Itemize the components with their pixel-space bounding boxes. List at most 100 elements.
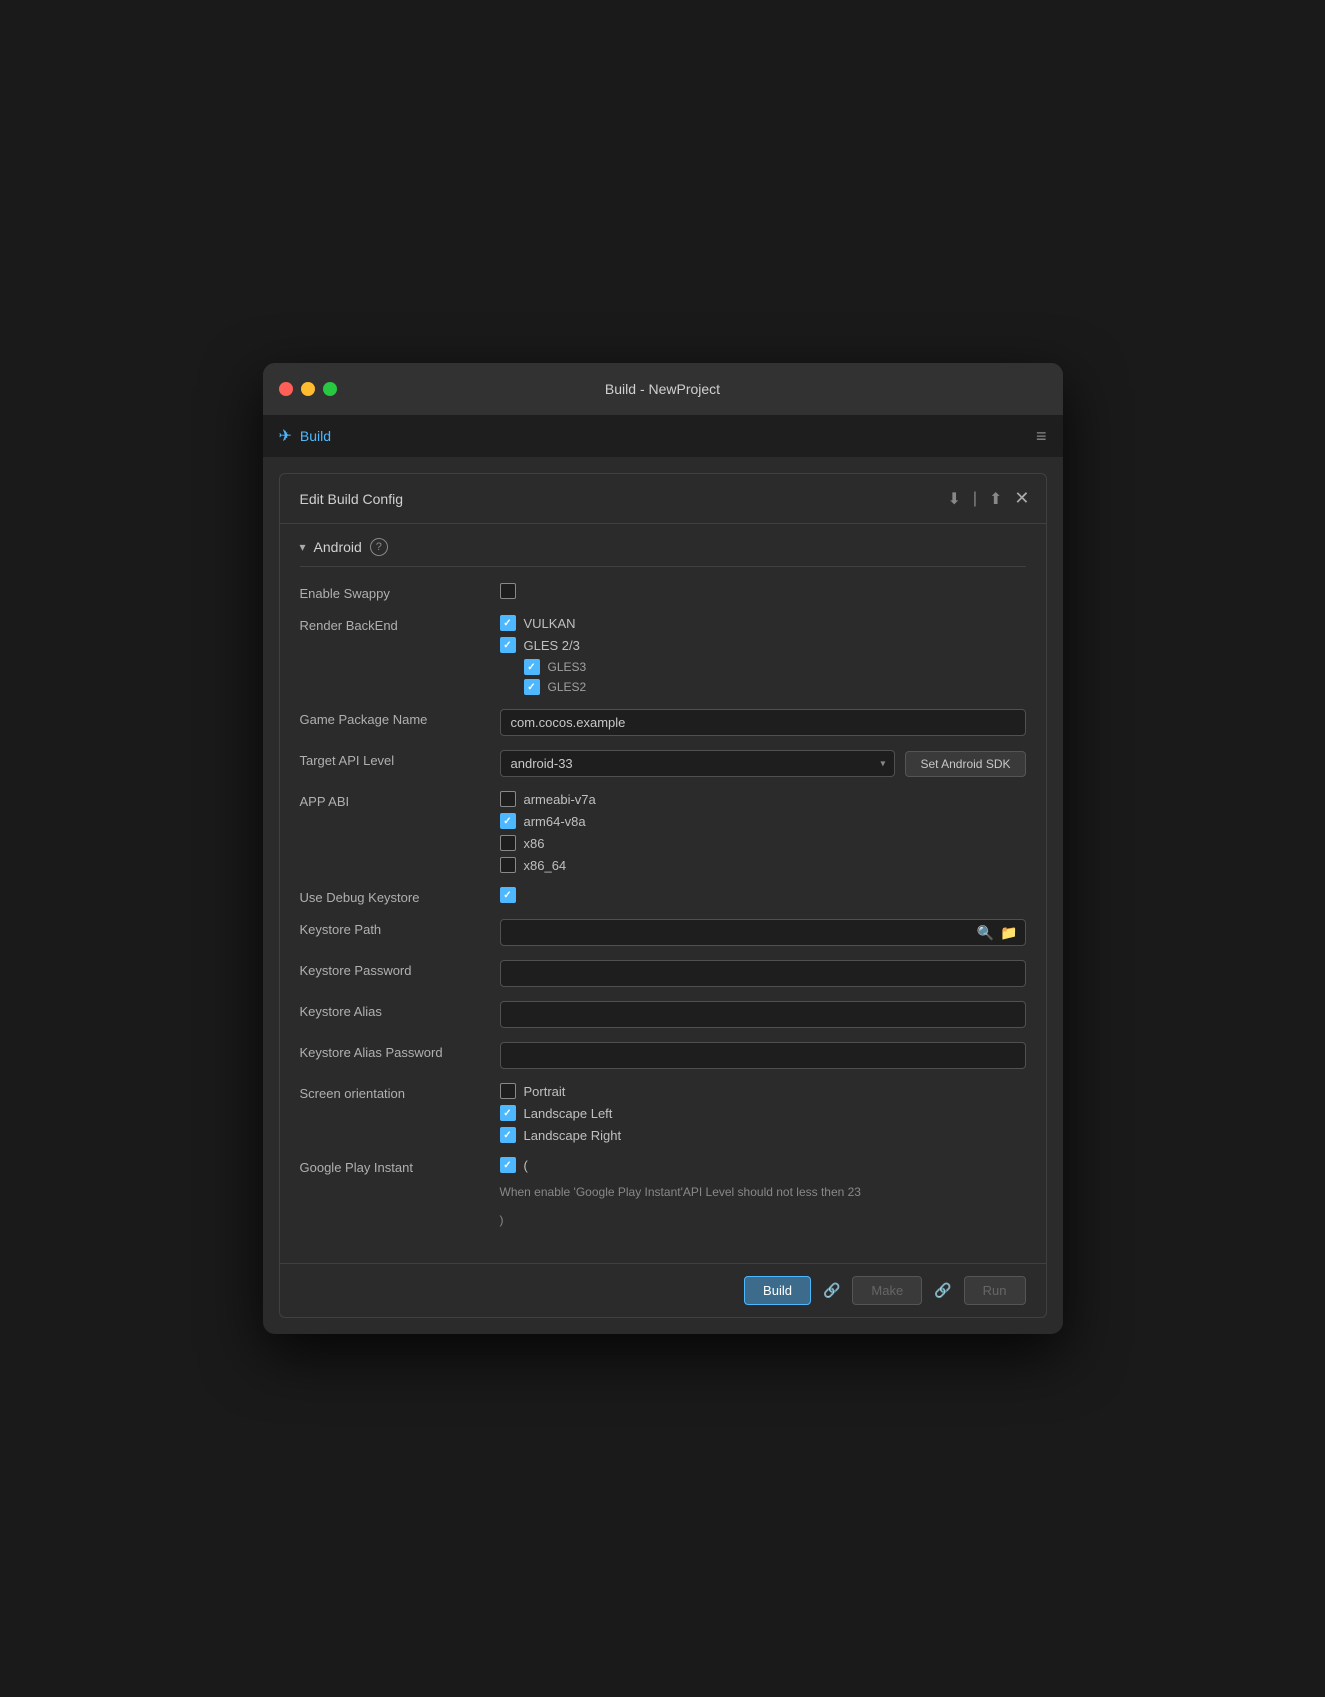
use-debug-keystore-row: Use Debug Keystore	[300, 887, 1026, 905]
folder-icon[interactable]: 📁	[1000, 924, 1017, 941]
enable-swappy-controls	[500, 583, 1026, 599]
gles3-checkbox[interactable]	[524, 659, 540, 675]
use-debug-keystore-checkbox[interactable]	[500, 887, 516, 903]
landscape-left-checkbox[interactable]	[500, 1105, 516, 1121]
panel-header: Edit Build Config ⬇ | ⬆ ✕	[280, 474, 1046, 524]
screen-orientation-row: Screen orientation Portrait Landscape Le…	[300, 1083, 1026, 1143]
keystore-path-label: Keystore Path	[300, 919, 500, 937]
portrait-checkbox[interactable]	[500, 1083, 516, 1099]
game-package-name-row: Game Package Name	[300, 709, 1026, 736]
maximize-button[interactable]	[323, 382, 337, 396]
arm64-v8a-label: arm64-v8a	[524, 814, 586, 829]
enable-swappy-checkbox[interactable]	[500, 583, 516, 599]
gles3-row: GLES3	[524, 659, 1026, 675]
gles23-checkbox[interactable]	[500, 637, 516, 653]
android-section-header: ▾ Android ?	[300, 524, 1026, 567]
target-api-level-label: Target API Level	[300, 750, 500, 768]
game-package-name-label: Game Package Name	[300, 709, 500, 727]
app-abi-label: APP ABI	[300, 791, 500, 809]
armeabi-v7a-checkbox[interactable]	[500, 791, 516, 807]
google-play-instant-label: Google Play Instant	[300, 1157, 500, 1175]
game-package-name-input[interactable]	[500, 709, 1026, 736]
divider-icon: |	[973, 490, 977, 508]
search-icon[interactable]: 🔍	[977, 924, 994, 941]
x86-row: x86	[500, 835, 1026, 851]
google-play-instant-closing: )	[500, 1211, 1026, 1229]
close-panel-button[interactable]: ✕	[1014, 488, 1029, 509]
target-api-level-select-wrapper: android-33 android-32 android-31 android…	[500, 750, 896, 777]
import-icon[interactable]: ⬇	[947, 489, 960, 509]
panel-content: ▾ Android ? Enable Swappy Render BackEnd	[280, 524, 1046, 1263]
keystore-alias-controls	[500, 1001, 1026, 1028]
section-chevron-icon[interactable]: ▾	[300, 540, 306, 554]
arm64-v8a-row: arm64-v8a	[500, 813, 1026, 829]
build-nav-icon: ✈	[279, 426, 292, 446]
x86-checkbox[interactable]	[500, 835, 516, 851]
gles2-checkbox[interactable]	[524, 679, 540, 695]
keystore-path-row: Keystore Path 🔍 📁	[300, 919, 1026, 946]
android-help-icon[interactable]: ?	[370, 538, 388, 556]
screen-orientation-label: Screen orientation	[300, 1083, 500, 1101]
google-play-instant-value: (	[524, 1158, 528, 1173]
gles2-row: GLES2	[524, 679, 1026, 695]
enable-swappy-checkbox-row	[500, 583, 1026, 599]
vulkan-checkbox[interactable]	[500, 615, 516, 631]
make-button: Make	[852, 1276, 922, 1305]
keystore-password-input[interactable]	[500, 960, 1026, 987]
panel-title: Edit Build Config	[300, 491, 404, 507]
keystore-path-input[interactable]	[500, 919, 1026, 946]
vulkan-row: VULKAN	[500, 615, 1026, 631]
landscape-left-label: Landscape Left	[524, 1106, 613, 1121]
toolbar-left: ✈ Build	[279, 426, 332, 446]
edit-build-config-panel: Edit Build Config ⬇ | ⬆ ✕ ▾ Android ? En…	[279, 473, 1047, 1318]
keystore-alias-row: Keystore Alias	[300, 1001, 1026, 1028]
keystore-alias-input[interactable]	[500, 1001, 1026, 1028]
render-backend-controls: VULKAN GLES 2/3 GLES3 GLES2	[500, 615, 1026, 695]
gles23-row: GLES 2/3	[500, 637, 1026, 653]
google-play-instant-checkbox-row: (	[500, 1157, 1026, 1173]
target-api-level-select[interactable]: android-33 android-32 android-31 android…	[500, 750, 896, 777]
minimize-button[interactable]	[301, 382, 315, 396]
build-nav-label[interactable]: Build	[300, 428, 331, 444]
gles-indent: GLES3 GLES2	[500, 659, 1026, 695]
android-section-title: Android	[314, 539, 362, 555]
keystore-path-icons: 🔍 📁	[977, 924, 1018, 941]
landscape-right-row: Landscape Right	[500, 1127, 1026, 1143]
export-icon[interactable]: ⬆	[989, 489, 1002, 509]
game-package-name-controls	[500, 709, 1026, 736]
run-button: Run	[964, 1276, 1026, 1305]
toolbar: ✈ Build ≡	[263, 415, 1063, 457]
keystore-password-label: Keystore Password	[300, 960, 500, 978]
arm64-v8a-checkbox[interactable]	[500, 813, 516, 829]
armeabi-v7a-row: armeabi-v7a	[500, 791, 1026, 807]
panel-header-actions: ⬇ | ⬆ ✕	[947, 488, 1029, 509]
bottom-toolbar: Build 🔗 Make 🔗 Run	[280, 1263, 1046, 1317]
gles23-label: GLES 2/3	[524, 638, 580, 653]
enable-swappy-label: Enable Swappy	[300, 583, 500, 601]
vulkan-label: VULKAN	[524, 616, 576, 631]
use-debug-keystore-checkbox-row	[500, 887, 1026, 903]
menu-icon[interactable]: ≡	[1036, 426, 1047, 447]
x86-64-label: x86_64	[524, 858, 567, 873]
link1-icon[interactable]: 🔗	[819, 1276, 844, 1305]
google-play-instant-controls: ( When enable 'Google Play Instant'API L…	[500, 1157, 1026, 1229]
google-play-instant-checkbox[interactable]	[500, 1157, 516, 1173]
window-title: Build - NewProject	[605, 381, 720, 397]
keystore-alias-password-input[interactable]	[500, 1042, 1026, 1069]
keystore-path-input-wrapper: 🔍 📁	[500, 919, 1026, 946]
gles2-label: GLES2	[548, 680, 587, 694]
set-android-sdk-button[interactable]: Set Android SDK	[905, 751, 1025, 777]
close-button[interactable]	[279, 382, 293, 396]
keystore-path-controls: 🔍 📁	[500, 919, 1026, 946]
landscape-left-row: Landscape Left	[500, 1105, 1026, 1121]
link2-icon[interactable]: 🔗	[930, 1276, 955, 1305]
x86-64-checkbox[interactable]	[500, 857, 516, 873]
build-button[interactable]: Build	[744, 1276, 811, 1305]
app-abi-controls: armeabi-v7a arm64-v8a x86 x86_64	[500, 791, 1026, 873]
portrait-row: Portrait	[500, 1083, 1026, 1099]
use-debug-keystore-label: Use Debug Keystore	[300, 887, 500, 905]
main-window: Build - NewProject ✈ Build ≡ Edit Build …	[263, 363, 1063, 1334]
google-play-instant-info: When enable 'Google Play Instant'API Lev…	[500, 1183, 1026, 1201]
traffic-lights	[279, 382, 337, 396]
landscape-right-checkbox[interactable]	[500, 1127, 516, 1143]
